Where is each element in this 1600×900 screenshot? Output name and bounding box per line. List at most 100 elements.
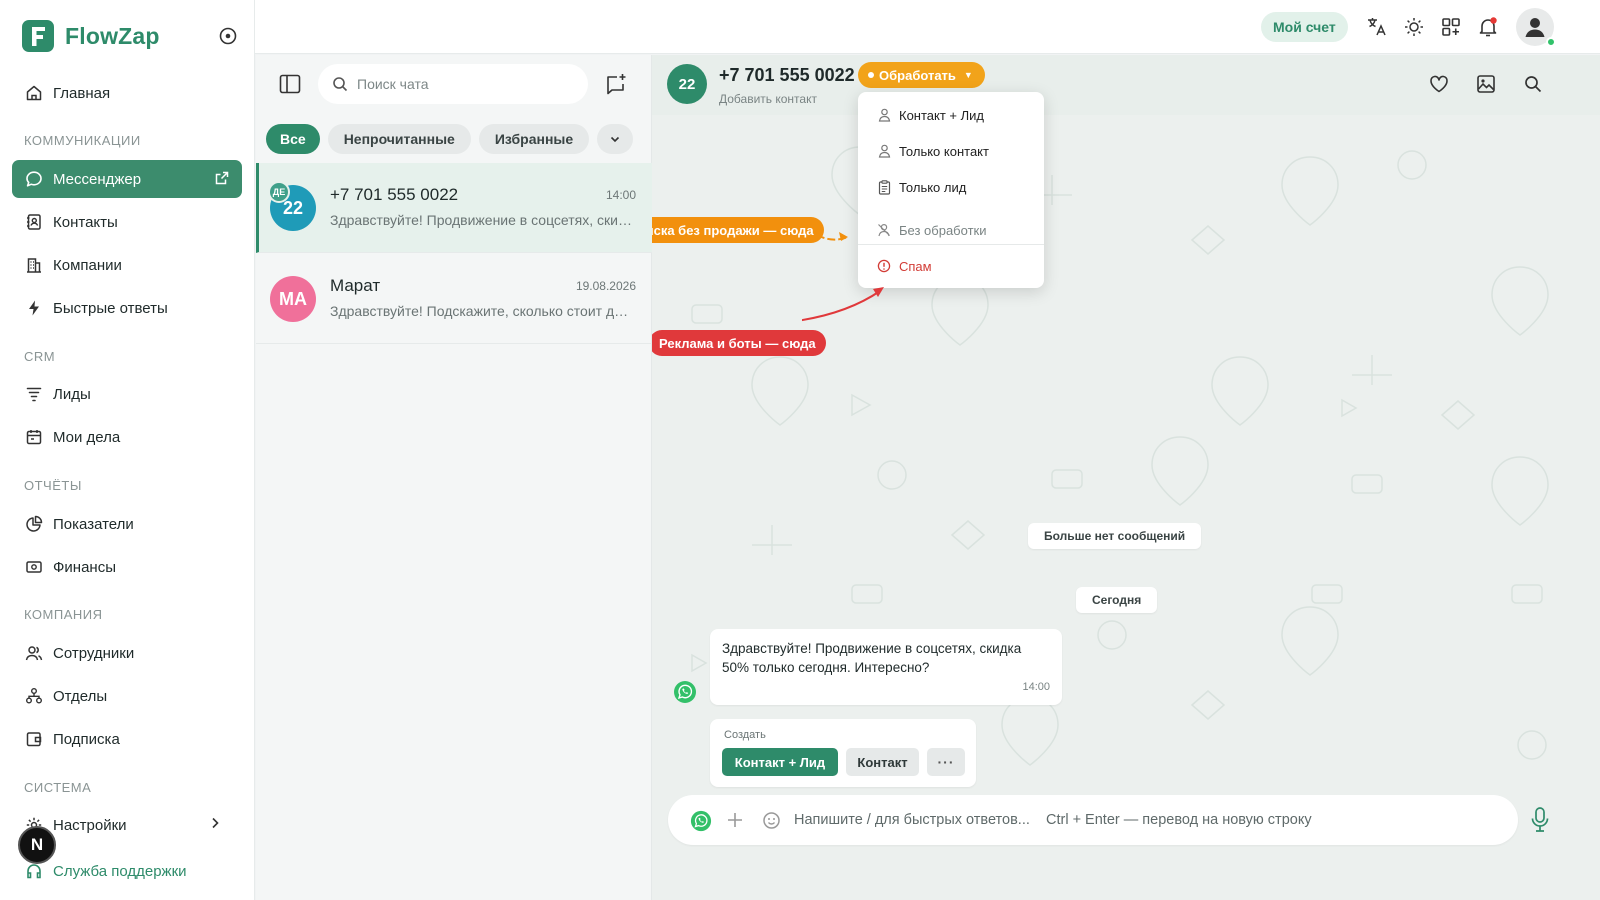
filter-all[interactable]: Все bbox=[266, 124, 320, 154]
clipboard-icon bbox=[876, 179, 892, 195]
menu-item-lead-only[interactable]: Только лид bbox=[858, 170, 1044, 204]
menu-item-label: Только лид bbox=[899, 179, 967, 195]
image-icon[interactable] bbox=[1475, 73, 1497, 95]
sidebar-item-label: Подписка bbox=[53, 730, 120, 748]
section-system: СИСТЕМА bbox=[24, 780, 92, 795]
message-time: 14:00 bbox=[1022, 681, 1050, 693]
more-options-button[interactable]: ··· bbox=[927, 748, 965, 776]
sidebar-toggle-icon[interactable] bbox=[279, 74, 301, 94]
online-status-dot bbox=[1546, 37, 1556, 47]
message-composer bbox=[668, 795, 1518, 845]
chat-tag: ДЕ bbox=[268, 181, 290, 203]
create-label: Создать bbox=[724, 729, 766, 741]
callout-ads-bots: Реклама и боты — сюда bbox=[652, 330, 826, 356]
menu-item-label: Контакт + Лид bbox=[899, 107, 985, 123]
user-badge[interactable]: N bbox=[18, 826, 56, 864]
sidebar-item-label: Мессенджер bbox=[53, 170, 142, 188]
sun-icon[interactable] bbox=[1402, 15, 1426, 39]
filter-favorites[interactable]: Избранные bbox=[478, 124, 590, 154]
new-chat-icon[interactable] bbox=[604, 72, 628, 96]
sidebar-item-subscription[interactable]: Подписка bbox=[12, 720, 242, 758]
sidebar-item-label: Финансы bbox=[53, 558, 116, 576]
create-card: Создать Контакт + Лид Контакт ··· bbox=[710, 719, 976, 787]
pie-chart-icon bbox=[24, 514, 44, 534]
money-icon bbox=[24, 557, 44, 577]
sidebar-item-quick-replies[interactable]: Быстрые ответы bbox=[12, 289, 242, 327]
chat-filters: Все Непрочитанные Избранные bbox=[266, 124, 634, 154]
user-icon bbox=[876, 108, 892, 122]
topbar: Мой счет bbox=[255, 0, 1600, 54]
section-crm: CRM bbox=[24, 349, 56, 364]
whatsapp-icon[interactable] bbox=[690, 810, 712, 832]
sidebar-item-tasks[interactable]: Мои дела bbox=[12, 418, 242, 456]
chat-search[interactable] bbox=[318, 64, 588, 104]
collapse-toggle-icon[interactable] bbox=[218, 26, 238, 46]
sidebar-item-label: Служба поддержки bbox=[53, 862, 187, 880]
menu-item-contact-lead[interactable]: Контакт + Лид bbox=[858, 98, 1044, 132]
message-bubble: Здравствуйте! Продвижение в соцсетях, ск… bbox=[710, 629, 1062, 705]
plus-icon[interactable] bbox=[726, 811, 744, 829]
chat-icon bbox=[24, 169, 44, 189]
bell-icon[interactable] bbox=[1476, 15, 1500, 39]
chat-time: 19.08.2026 bbox=[575, 279, 636, 293]
logo-mark-icon bbox=[22, 20, 54, 52]
process-dropdown-button[interactable]: Обработать ▼ bbox=[858, 62, 985, 88]
sidebar-item-label: Быстрые ответы bbox=[53, 299, 168, 317]
logo[interactable]: FlowZap bbox=[22, 20, 160, 52]
section-communications: КОММУНИКАЦИИ bbox=[24, 133, 141, 148]
chat-list-item[interactable]: 22 ДЕ +7 701 555 0022 14:00 Здравствуйте… bbox=[256, 163, 652, 253]
avatar-text: 22 bbox=[282, 197, 304, 218]
sidebar-item-label: Мои дела bbox=[53, 428, 121, 446]
conversation-avatar[interactable]: 22 bbox=[667, 64, 707, 104]
sidebar-item-finance[interactable]: Финансы bbox=[12, 548, 242, 586]
add-contact-link[interactable]: Добавить контакт bbox=[719, 92, 817, 106]
callout-no-sale: Переписка без продажи — сюда bbox=[652, 217, 824, 243]
search-input[interactable] bbox=[357, 76, 557, 92]
sidebar-item-contacts[interactable]: Контакты bbox=[12, 203, 242, 241]
translate-icon[interactable] bbox=[1365, 15, 1389, 39]
chat-avatar: 22 ДЕ bbox=[268, 181, 316, 231]
filter-unread[interactable]: Непрочитанные bbox=[327, 124, 471, 154]
sidebar-item-label: Контакты bbox=[53, 213, 118, 231]
user-avatar[interactable] bbox=[1516, 8, 1556, 47]
search-icon bbox=[332, 76, 348, 92]
chat-list-panel: Все Непрочитанные Избранные 22 ДЕ +7 701… bbox=[256, 55, 652, 900]
chat-list-item[interactable]: МА Марат 19.08.2026 Здравствуйте! Подска… bbox=[256, 254, 652, 344]
conversation-panel: 22 +7 701 555 0022 Добавить контакт Обра… bbox=[652, 55, 1600, 900]
search-icon[interactable] bbox=[1522, 73, 1544, 95]
sidebar-item-label: Лиды bbox=[53, 385, 91, 403]
sidebar-item-home[interactable]: Главная bbox=[12, 74, 242, 112]
emoji-icon[interactable] bbox=[762, 811, 781, 830]
menu-item-label: Только контакт bbox=[899, 143, 989, 159]
message-input[interactable] bbox=[794, 807, 1494, 833]
grid-icon[interactable] bbox=[1439, 15, 1463, 39]
sidebar-item-leads[interactable]: Лиды bbox=[12, 375, 242, 413]
conversation-title: +7 701 555 0022 bbox=[719, 65, 855, 85]
avatar-text: МА bbox=[279, 288, 307, 309]
menu-item-label: Спам bbox=[899, 258, 932, 274]
message-text: Здравствуйте! Продвижение в соцсетях, ск… bbox=[722, 641, 1022, 675]
menu-item-contact-only[interactable]: Только контакт bbox=[858, 134, 1044, 168]
sidebar-item-employees[interactable]: Сотрудники bbox=[12, 634, 242, 672]
users-icon bbox=[24, 643, 44, 663]
chat-name: Марат bbox=[330, 276, 381, 295]
filter-more-button[interactable] bbox=[597, 124, 634, 154]
create-contact-lead-button[interactable]: Контакт + Лид bbox=[722, 748, 838, 776]
chevron-down-icon bbox=[609, 133, 621, 145]
chat-avatar: МА bbox=[270, 276, 316, 322]
sidebar-item-metrics[interactable]: Показатели bbox=[12, 505, 242, 543]
heart-icon[interactable] bbox=[1428, 73, 1450, 95]
sidebar-item-companies[interactable]: Компании bbox=[12, 246, 242, 284]
external-link-icon[interactable] bbox=[214, 170, 230, 186]
my-account-button[interactable]: Мой счет bbox=[1261, 12, 1348, 42]
funnel-icon bbox=[24, 384, 44, 404]
user-icon bbox=[1522, 14, 1548, 40]
no-more-messages: Больше нет сообщений bbox=[1028, 523, 1202, 549]
section-company: КОМПАНИЯ bbox=[24, 607, 103, 622]
sidebar-item-messenger[interactable]: Мессенджер bbox=[12, 160, 242, 198]
mic-icon[interactable] bbox=[1529, 806, 1551, 834]
home-icon bbox=[24, 83, 44, 103]
sidebar-item-departments[interactable]: Отделы bbox=[12, 677, 242, 715]
create-contact-button[interactable]: Контакт bbox=[846, 748, 919, 776]
wallet-icon bbox=[24, 729, 44, 749]
